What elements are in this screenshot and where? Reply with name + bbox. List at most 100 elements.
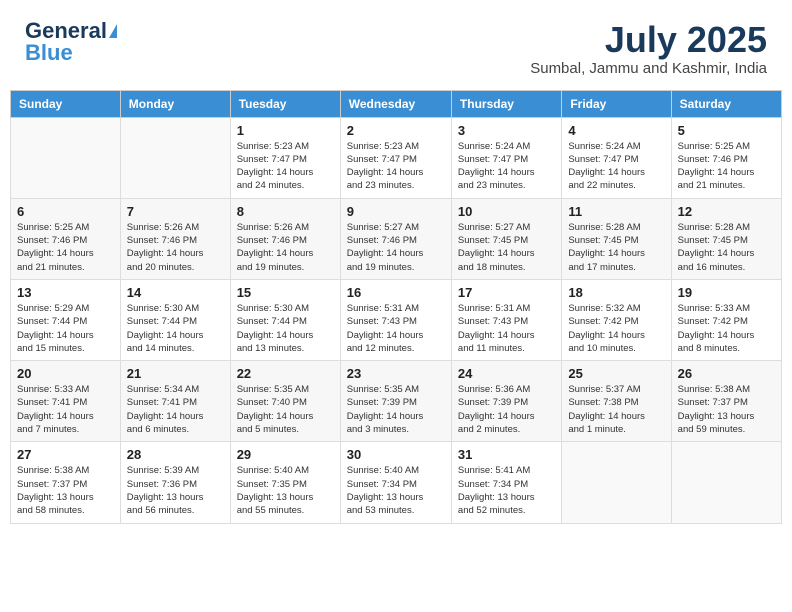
weekday-header-wednesday: Wednesday [340, 90, 451, 117]
weekday-header-tuesday: Tuesday [230, 90, 340, 117]
day-number: 25 [568, 366, 664, 381]
calendar-cell: 2 Sunrise: 5:23 AM Sunset: 7:47 PM Daylig… [340, 117, 451, 198]
calendar-cell: 18 Sunrise: 5:32 AM Sunset: 7:42 PM Dayli… [562, 279, 671, 360]
calendar-week-1: 1Sunrise: 5:23 AM Sunset: 7:47 PM Daylig… [11, 117, 782, 198]
day-number: 16 [347, 285, 445, 300]
day-info: Sunrise: 5:26 AM Sunset: 7:46 PM Dayligh… [127, 221, 224, 274]
calendar-cell: 21Sunrise: 5:34 AM Sunset: 7:41 PM Dayli… [120, 361, 230, 442]
weekday-header-friday: Friday [562, 90, 671, 117]
day-number: 27 [17, 447, 114, 462]
day-number: 4 [568, 123, 664, 138]
day-info: Sunrise: 5:33 AM Sunset: 7:41 PM Dayligh… [17, 383, 114, 436]
day-number: 6 [17, 204, 114, 219]
calendar-cell: 24Sunrise: 5:36 AM Sunset: 7:39 PM Dayli… [451, 361, 561, 442]
calendar-cell: 10 Sunrise: 5:27 AM Sunset: 7:45 PM Dayli… [451, 198, 561, 279]
day-info: Sunrise: 5:23 AM Sunset: 7:47 PM Dayligh… [347, 140, 445, 193]
day-number: 18 [568, 285, 664, 300]
day-number: 14 [127, 285, 224, 300]
weekday-header-sunday: Sunday [11, 90, 121, 117]
day-info: Sunrise: 5:38 AM Sunset: 7:37 PM Dayligh… [17, 464, 114, 517]
day-number: 17 [458, 285, 555, 300]
calendar-cell: 16 Sunrise: 5:31 AM Sunset: 7:43 PM Dayli… [340, 279, 451, 360]
calendar-cell: 12Sunrise: 5:28 AM Sunset: 7:45 PM Dayli… [671, 198, 781, 279]
calendar-cell: 5 Sunrise: 5:25 AM Sunset: 7:46 PM Daylig… [671, 117, 781, 198]
day-number: 5 [678, 123, 775, 138]
calendar-cell [11, 117, 121, 198]
day-number: 10 [458, 204, 555, 219]
calendar-cell: 20 Sunrise: 5:33 AM Sunset: 7:41 PM Dayli… [11, 361, 121, 442]
calendar-cell: 25 Sunrise: 5:37 AM Sunset: 7:38 PM Dayli… [562, 361, 671, 442]
day-number: 26 [678, 366, 775, 381]
day-info: Sunrise: 5:37 AM Sunset: 7:38 PM Dayligh… [568, 383, 664, 436]
day-number: 9 [347, 204, 445, 219]
day-info: Sunrise: 5:31 AM Sunset: 7:43 PM Dayligh… [458, 302, 555, 355]
day-info: Sunrise: 5:32 AM Sunset: 7:42 PM Dayligh… [568, 302, 664, 355]
calendar-cell [671, 442, 781, 523]
calendar-cell: 26 Sunrise: 5:38 AM Sunset: 7:37 PM Dayli… [671, 361, 781, 442]
day-number: 15 [237, 285, 334, 300]
day-info: Sunrise: 5:27 AM Sunset: 7:46 PM Dayligh… [347, 221, 445, 274]
page-header: General Blue July 2025 Sumbal, Jammu and… [10, 10, 782, 82]
calendar-cell: 13Sunrise: 5:29 AM Sunset: 7:44 PM Dayli… [11, 279, 121, 360]
calendar-cell: 27 Sunrise: 5:38 AM Sunset: 7:37 PM Dayli… [11, 442, 121, 523]
calendar-cell: 28 Sunrise: 5:39 AM Sunset: 7:36 PM Dayli… [120, 442, 230, 523]
calendar-cell: 4Sunrise: 5:24 AM Sunset: 7:47 PM Daylig… [562, 117, 671, 198]
calendar-cell: 1Sunrise: 5:23 AM Sunset: 7:47 PM Daylig… [230, 117, 340, 198]
logo-triangle-icon [109, 24, 117, 38]
calendar-cell: 17 Sunrise: 5:31 AM Sunset: 7:43 PM Dayli… [451, 279, 561, 360]
day-info: Sunrise: 5:36 AM Sunset: 7:39 PM Dayligh… [458, 383, 555, 436]
calendar-cell: 19Sunrise: 5:33 AM Sunset: 7:42 PM Dayli… [671, 279, 781, 360]
calendar-cell: 9 Sunrise: 5:27 AM Sunset: 7:46 PM Daylig… [340, 198, 451, 279]
day-info: Sunrise: 5:25 AM Sunset: 7:46 PM Dayligh… [17, 221, 114, 274]
calendar-cell: 31Sunrise: 5:41 AM Sunset: 7:34 PM Dayli… [451, 442, 561, 523]
calendar-table: SundayMondayTuesdayWednesdayThursdayFrid… [10, 90, 782, 524]
day-number: 20 [17, 366, 114, 381]
day-info: Sunrise: 5:26 AM Sunset: 7:46 PM Dayligh… [237, 221, 334, 274]
day-info: Sunrise: 5:24 AM Sunset: 7:47 PM Dayligh… [458, 140, 555, 193]
day-number: 2 [347, 123, 445, 138]
day-number: 3 [458, 123, 555, 138]
calendar-cell: 15 Sunrise: 5:30 AM Sunset: 7:44 PM Dayli… [230, 279, 340, 360]
day-info: Sunrise: 5:40 AM Sunset: 7:35 PM Dayligh… [237, 464, 334, 517]
calendar-cell: 23Sunrise: 5:35 AM Sunset: 7:39 PM Dayli… [340, 361, 451, 442]
day-number: 12 [678, 204, 775, 219]
day-info: Sunrise: 5:25 AM Sunset: 7:46 PM Dayligh… [678, 140, 775, 193]
day-number: 28 [127, 447, 224, 462]
day-number: 11 [568, 204, 664, 219]
calendar-cell: 22Sunrise: 5:35 AM Sunset: 7:40 PM Dayli… [230, 361, 340, 442]
weekday-header-thursday: Thursday [451, 90, 561, 117]
day-info: Sunrise: 5:41 AM Sunset: 7:34 PM Dayligh… [458, 464, 555, 517]
title-block: July 2025 Sumbal, Jammu and Kashmir, Ind… [530, 20, 767, 77]
day-number: 7 [127, 204, 224, 219]
logo-text-general: General [25, 20, 107, 42]
month-title: July 2025 [530, 20, 767, 60]
day-info: Sunrise: 5:33 AM Sunset: 7:42 PM Dayligh… [678, 302, 775, 355]
day-number: 13 [17, 285, 114, 300]
calendar-cell: 7 Sunrise: 5:26 AM Sunset: 7:46 PM Daylig… [120, 198, 230, 279]
calendar-body: 1Sunrise: 5:23 AM Sunset: 7:47 PM Daylig… [11, 117, 782, 523]
logo: General Blue [25, 20, 117, 64]
day-info: Sunrise: 5:28 AM Sunset: 7:45 PM Dayligh… [568, 221, 664, 274]
calendar-cell: 11 Sunrise: 5:28 AM Sunset: 7:45 PM Dayli… [562, 198, 671, 279]
calendar-cell: 29Sunrise: 5:40 AM Sunset: 7:35 PM Dayli… [230, 442, 340, 523]
day-info: Sunrise: 5:39 AM Sunset: 7:36 PM Dayligh… [127, 464, 224, 517]
calendar-cell [120, 117, 230, 198]
day-info: Sunrise: 5:23 AM Sunset: 7:47 PM Dayligh… [237, 140, 334, 193]
day-info: Sunrise: 5:34 AM Sunset: 7:41 PM Dayligh… [127, 383, 224, 436]
day-info: Sunrise: 5:38 AM Sunset: 7:37 PM Dayligh… [678, 383, 775, 436]
day-info: Sunrise: 5:31 AM Sunset: 7:43 PM Dayligh… [347, 302, 445, 355]
day-number: 8 [237, 204, 334, 219]
calendar-week-5: 27 Sunrise: 5:38 AM Sunset: 7:37 PM Dayli… [11, 442, 782, 523]
day-number: 22 [237, 366, 334, 381]
day-info: Sunrise: 5:40 AM Sunset: 7:34 PM Dayligh… [347, 464, 445, 517]
calendar-cell: 6 Sunrise: 5:25 AM Sunset: 7:46 PM Daylig… [11, 198, 121, 279]
day-info: Sunrise: 5:30 AM Sunset: 7:44 PM Dayligh… [237, 302, 334, 355]
calendar-cell: 14 Sunrise: 5:30 AM Sunset: 7:44 PM Dayli… [120, 279, 230, 360]
day-number: 23 [347, 366, 445, 381]
logo-text-blue: Blue [25, 42, 73, 64]
weekday-header-monday: Monday [120, 90, 230, 117]
calendar-header: SundayMondayTuesdayWednesdayThursdayFrid… [11, 90, 782, 117]
day-info: Sunrise: 5:27 AM Sunset: 7:45 PM Dayligh… [458, 221, 555, 274]
day-info: Sunrise: 5:30 AM Sunset: 7:44 PM Dayligh… [127, 302, 224, 355]
calendar-cell [562, 442, 671, 523]
